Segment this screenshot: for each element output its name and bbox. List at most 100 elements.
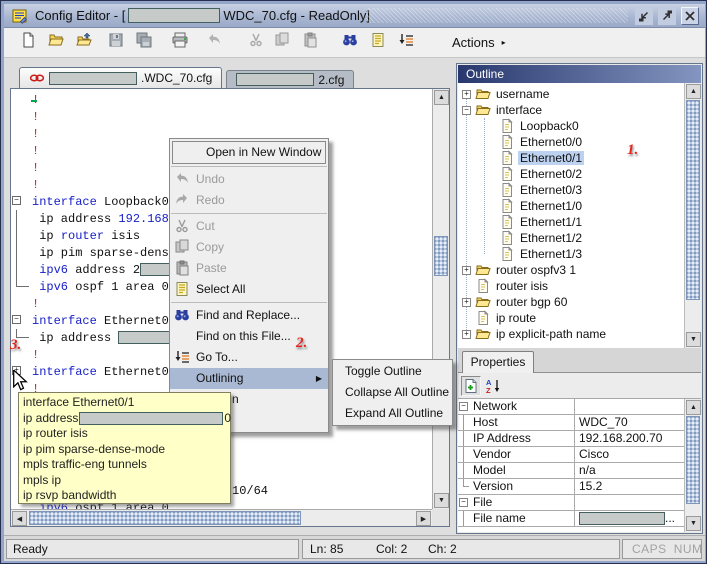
tab-2-cfg[interactable]: 2.cfg <box>226 70 354 88</box>
fold-gutter <box>11 210 32 227</box>
tree-item-ip-route[interactable]: ip route <box>458 310 684 326</box>
tree-item-ip-explicit-path-name[interactable]: +ip explicit-path name <box>458 326 684 342</box>
editor-vertical-scrollbar[interactable]: ▲ ▼ <box>432 89 449 509</box>
tree-item-ethernet1-0[interactable]: Ethernet1/0 <box>458 198 684 214</box>
go-to-button[interactable] <box>394 31 418 55</box>
expand-toggle-icon[interactable]: + <box>462 298 471 307</box>
submenu-item-toggle-outline[interactable]: Toggle Outline <box>333 361 452 382</box>
property-row-ip-address[interactable]: IP Address192.168.200.70 <box>458 431 684 447</box>
find-icon <box>174 307 190 323</box>
undo-icon <box>206 32 222 53</box>
submenu-item-collapse-all-outline[interactable]: Collapse All Outline <box>333 382 452 403</box>
fold-toggle-icon[interactable]: − <box>12 315 21 324</box>
outline-scrollbar[interactable]: ▲ ▼ <box>684 83 701 348</box>
redacted-text <box>79 412 223 425</box>
expand-toggle-icon[interactable]: + <box>462 330 471 339</box>
editor-horizontal-scrollbar[interactable]: ◀ ▶ <box>11 509 432 526</box>
menu-item-outlining[interactable]: Outlining▶ <box>170 368 328 389</box>
property-value[interactable]: 192.168.200.70 <box>575 431 684 446</box>
menu-item-label: Go To... <box>196 350 238 364</box>
tab-bar: .WDC_70.cfg 2.cfg <box>10 61 453 88</box>
code-text: interface Ethernet0/ <box>32 314 176 328</box>
property-value[interactable]: 15.2 <box>575 479 684 494</box>
doc-icon <box>499 182 515 198</box>
tree-item-router-isis[interactable]: router isis <box>458 278 684 294</box>
scroll-up-icon[interactable]: ▲ <box>686 400 701 415</box>
select-all-icon <box>370 32 386 53</box>
tree-item-ethernet0-1[interactable]: Ethernet0/1 <box>458 150 684 166</box>
grid-tree-mark <box>458 479 470 494</box>
outline-tree[interactable]: +username−interfaceLoopback0Ethernet0/0E… <box>458 83 701 348</box>
scroll-down-icon[interactable]: ▼ <box>686 516 701 531</box>
submenu-item-expand-all-outline[interactable]: Expand All Outline <box>333 403 452 424</box>
tree-item-ethernet1-3[interactable]: Ethernet1/3 <box>458 246 684 262</box>
property-value[interactable]: WDC_70 <box>575 415 684 430</box>
doc-icon <box>499 198 515 214</box>
open-file-button[interactable] <box>44 31 68 55</box>
title-bar[interactable]: Config Editor - [ WDC_70.cfg - ReadOnly] <box>4 4 705 28</box>
tree-item-ethernet0-3[interactable]: Ethernet0/3 <box>458 182 684 198</box>
select-all-button[interactable] <box>366 31 390 55</box>
cut-button <box>244 31 268 55</box>
tree-item-loopback0[interactable]: Loopback0 <box>458 118 684 134</box>
scrollbar-thumb[interactable] <box>434 236 448 276</box>
code-text: ! <box>32 144 39 158</box>
property-row-version[interactable]: Version15.2 <box>458 479 684 495</box>
expand-toggle-icon[interactable]: − <box>462 106 471 115</box>
properties-grid[interactable]: −NetworkHostWDC_70IP Address192.168.200.… <box>458 399 701 532</box>
tooltip-line: ip address0 <box>23 411 230 427</box>
scroll-down-icon[interactable]: ▼ <box>686 332 701 347</box>
menu-item-select-all[interactable]: Select All <box>170 279 328 300</box>
scroll-down-icon[interactable]: ▼ <box>434 493 449 508</box>
tree-item-ethernet0-2[interactable]: Ethernet0/2 <box>458 166 684 182</box>
property-value[interactable]: Cisco <box>575 447 684 462</box>
tree-item-ethernet1-1[interactable]: Ethernet1/1 <box>458 214 684 230</box>
tree-item-ethernet1-2[interactable]: Ethernet1/2 <box>458 230 684 246</box>
print-button[interactable] <box>168 31 192 55</box>
properties-scrollbar[interactable]: ▲ ▼ <box>684 399 701 532</box>
property-value[interactable]: n/a <box>575 463 684 478</box>
scrollbar-thumb[interactable] <box>686 416 700 504</box>
open-from-button[interactable] <box>72 31 96 55</box>
property-row-host[interactable]: HostWDC_70 <box>458 415 684 431</box>
property-row-file[interactable]: −File <box>458 495 684 511</box>
tree-item-label: interface <box>494 103 544 117</box>
collapse-icon[interactable]: − <box>459 402 468 411</box>
minimize-icon[interactable] <box>635 7 653 25</box>
scrollbar-thumb[interactable] <box>686 100 700 300</box>
categorized-view-icon[interactable] <box>461 376 481 396</box>
property-row-file-name[interactable]: File name... <box>458 511 684 527</box>
menu-item-open-in-new-window[interactable]: Open in New Window <box>172 141 326 164</box>
tree-item-username[interactable]: +username <box>458 86 684 102</box>
expand-toggle-icon[interactable]: + <box>462 90 471 99</box>
scroll-left-icon[interactable]: ◀ <box>12 511 27 526</box>
menu-item-find-and-replace[interactable]: Find and Replace... <box>170 305 328 326</box>
property-row-vendor[interactable]: VendorCisco <box>458 447 684 463</box>
tree-item-ethernet0-0[interactable]: Ethernet0/0 <box>458 134 684 150</box>
scroll-up-icon[interactable]: ▲ <box>686 84 701 99</box>
grid-guide <box>463 486 469 487</box>
tree-item-interface[interactable]: − interface <box>458 102 684 118</box>
find-button[interactable] <box>338 31 362 55</box>
property-name: Version <box>470 479 575 494</box>
sort-az-icon[interactable]: AZ <box>484 376 504 396</box>
collapse-icon[interactable]: − <box>459 498 468 507</box>
property-row-model[interactable]: Modeln/a <box>458 463 684 479</box>
scrollbar-thumb[interactable] <box>29 511 301 525</box>
grid-tree-mark <box>458 463 470 478</box>
grid-guide <box>463 447 464 462</box>
tree-item-router-bgp-60[interactable]: +router bgp 60 <box>458 294 684 310</box>
expand-toggle-icon[interactable]: + <box>462 266 471 275</box>
tree-item-router-ospfv3-1[interactable]: +router ospfv3 1 <box>458 262 684 278</box>
close-icon[interactable] <box>681 7 699 25</box>
scroll-right-icon[interactable]: ▶ <box>416 511 431 526</box>
maximize-icon[interactable] <box>658 7 676 25</box>
fold-toggle-icon[interactable]: − <box>12 196 21 205</box>
tab-wdc70-cfg[interactable]: .WDC_70.cfg <box>19 67 222 88</box>
actions-menu-button[interactable]: Actions ▸ <box>446 33 512 52</box>
property-row-network[interactable]: −Network <box>458 399 684 415</box>
property-value[interactable]: ... <box>575 511 684 526</box>
scroll-up-icon[interactable]: ▲ <box>434 90 449 105</box>
new-file-button[interactable] <box>16 31 40 55</box>
tab-properties[interactable]: Properties <box>462 351 534 373</box>
